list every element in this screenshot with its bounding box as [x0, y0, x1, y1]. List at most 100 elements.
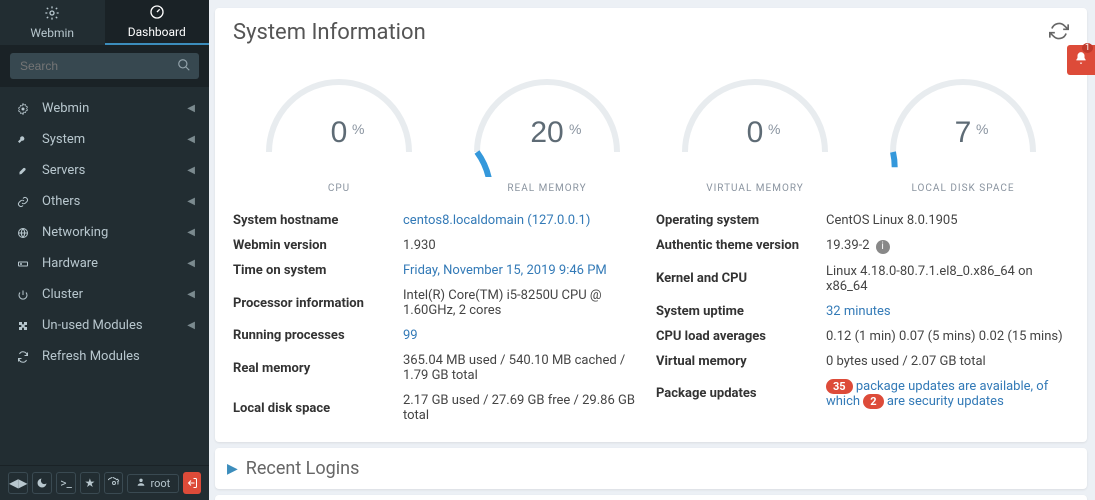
hdd-icon — [14, 257, 32, 271]
gauge-value: 7 — [955, 116, 972, 149]
package-updates-count-badge: 35 — [826, 379, 853, 394]
search-input[interactable] — [10, 53, 199, 79]
info-value-link[interactable]: 99 — [403, 328, 418, 343]
chevron-left-icon: ◀ — [187, 289, 195, 300]
info-label: Kernel and CPU — [656, 271, 826, 286]
gauge-label: REAL MEMORY — [507, 183, 586, 194]
sidebar-item-label: Others — [42, 194, 80, 209]
settings-button[interactable] — [104, 472, 124, 494]
tab-webmin-label: Webmin — [30, 26, 74, 40]
user-label: root — [150, 477, 170, 490]
refresh-icon — [14, 350, 32, 364]
link-icon — [14, 195, 32, 209]
sidebar-item-label: Refresh Modules — [42, 349, 140, 364]
info-label: System uptime — [656, 304, 826, 319]
info-row: Processor informationIntel(R) Core(TM) i… — [233, 283, 646, 323]
notifications-button[interactable]: 1 — [1067, 45, 1095, 75]
gauge-unit: % — [569, 121, 581, 137]
info-row: Time on systemFriday, November 15, 2019 … — [233, 258, 646, 283]
info-icon[interactable]: i — [876, 240, 890, 254]
info-value: 0.12 (1 min) 0.07 (5 mins) 0.02 (15 mins… — [826, 329, 1063, 344]
search-wrap — [0, 45, 209, 87]
info-value-link[interactable]: centos8.localdomain (127.0.0.1) — [403, 213, 590, 228]
sidebar-item-others[interactable]: Others◀ — [0, 186, 209, 217]
info-label: Real memory — [233, 361, 403, 376]
gauge-virtual-memory: 0%VIRTUAL MEMORY — [660, 67, 850, 194]
info-value: Intel(R) Core(TM) i5-8250U CPU @ 1.60GHz… — [403, 288, 602, 318]
gauge-label: VIRTUAL MEMORY — [706, 183, 804, 194]
info-row: Running processes99 — [233, 323, 646, 348]
sidebar-item-servers[interactable]: Servers◀ — [0, 155, 209, 186]
search-icon[interactable] — [177, 58, 191, 76]
info-label: Local disk space — [233, 401, 403, 416]
system-info-panel: System Information 0%CPU20%REAL MEMORY0%… — [215, 8, 1087, 442]
sidebar-item-system[interactable]: System ◀ — [0, 124, 209, 155]
gauge-label: CPU — [328, 183, 350, 194]
sidebar-item-un-used-modules[interactable]: Un-used Modules◀ — [0, 310, 209, 341]
sidebar-item-hardware[interactable]: Hardware◀ — [0, 248, 209, 279]
gauge-cpu: 0%CPU — [244, 67, 434, 194]
recent-logins-section[interactable]: ▶ Recent Logins — [215, 448, 1087, 489]
security-updates-link[interactable]: are security updates — [884, 394, 1004, 409]
power-icon — [14, 288, 32, 302]
info-label: Virtual memory — [656, 354, 826, 369]
collapse-sidebar-button[interactable]: ◀▶ — [8, 472, 28, 494]
info-label: Processor information — [233, 296, 403, 311]
gauge-label: LOCAL DISK SPACE — [911, 183, 1014, 194]
security-updates-count-badge: 2 — [863, 394, 883, 409]
info-row: Local disk space2.17 GB used / 27.69 GB … — [233, 388, 646, 428]
gauge-value: 0 — [747, 116, 764, 149]
gauge-unit: % — [976, 121, 988, 137]
chevron-left-icon: ◀ — [187, 165, 195, 176]
bell-icon — [1074, 51, 1088, 69]
gauge-local-disk-space: 7% LOCAL DISK SPACE — [868, 67, 1058, 194]
notification-count: 1 — [1082, 43, 1093, 53]
info-row-package-updates: Package updates35 package updates are av… — [656, 374, 1069, 414]
info-row: Authentic theme version19.39-2i — [656, 233, 1069, 259]
info-row: Real memory365.04 MB used / 540.10 MB ca… — [233, 348, 646, 388]
gear-icon — [14, 102, 32, 116]
disk-usage-section[interactable]: ▶ Disk Usage — [215, 495, 1087, 500]
info-value: 19.39-2 — [826, 238, 870, 253]
sidebar-item-refresh-modules[interactable]: Refresh Modules◀ — [0, 341, 209, 372]
gauge-value: 20 — [530, 116, 563, 149]
info-row: System hostnamecentos8.localdomain (127.… — [233, 208, 646, 233]
chevron-left-icon: ◀ — [187, 258, 195, 269]
info-label: Operating system — [656, 213, 826, 228]
sidebar-item-label: Networking — [42, 225, 108, 240]
info-value-link[interactable]: 32 minutes — [826, 304, 891, 319]
chevron-left-icon: ◀ — [187, 103, 195, 114]
info-value: CentOS Linux 8.0.1905 — [826, 213, 958, 228]
info-label: Time on system — [233, 263, 403, 278]
page-title: System Information — [233, 20, 426, 45]
chevron-left-icon: ◀ — [187, 134, 195, 145]
user-chip[interactable]: root — [127, 474, 179, 493]
sidebar-item-cluster[interactable]: Cluster◀ — [0, 279, 209, 310]
info-row: System uptime32 minutes — [656, 299, 1069, 324]
night-mode-button[interactable] — [32, 472, 52, 494]
refresh-button[interactable] — [1049, 21, 1069, 45]
info-row: CPU load averages0.12 (1 min) 0.07 (5 mi… — [656, 324, 1069, 349]
tab-webmin[interactable]: Webmin — [0, 0, 105, 45]
puzzle-icon — [14, 319, 32, 333]
info-label: Package updates — [656, 386, 826, 401]
main: System Information 0%CPU20%REAL MEMORY0%… — [209, 0, 1095, 500]
sidebar-item-label: Un-used Modules — [42, 318, 143, 333]
nav: Webmin◀System◀Servers◀Others◀Networking◀… — [0, 87, 209, 465]
sidebar-item-label: System — [42, 132, 85, 147]
terminal-button[interactable]: >_ — [56, 472, 76, 494]
rocket-icon — [14, 164, 32, 178]
bottom-bar: ◀▶ >_ ★ root — [0, 465, 209, 500]
top-tabs: Webmin Dashboard — [0, 0, 209, 45]
logout-button[interactable] — [183, 472, 201, 494]
favorite-button[interactable]: ★ — [80, 472, 100, 494]
panel-header: System Information — [215, 8, 1087, 57]
globe-icon — [14, 226, 32, 240]
recent-logins-title: Recent Logins — [246, 458, 360, 479]
tab-dashboard[interactable]: Dashboard — [105, 0, 210, 45]
wrench-icon — [14, 133, 32, 147]
gauge-real-memory: 20% REAL MEMORY — [452, 67, 642, 194]
info-value-link[interactable]: Friday, November 15, 2019 9:46 PM — [403, 263, 607, 278]
sidebar-item-networking[interactable]: Networking◀ — [0, 217, 209, 248]
sidebar-item-webmin[interactable]: Webmin◀ — [0, 93, 209, 124]
